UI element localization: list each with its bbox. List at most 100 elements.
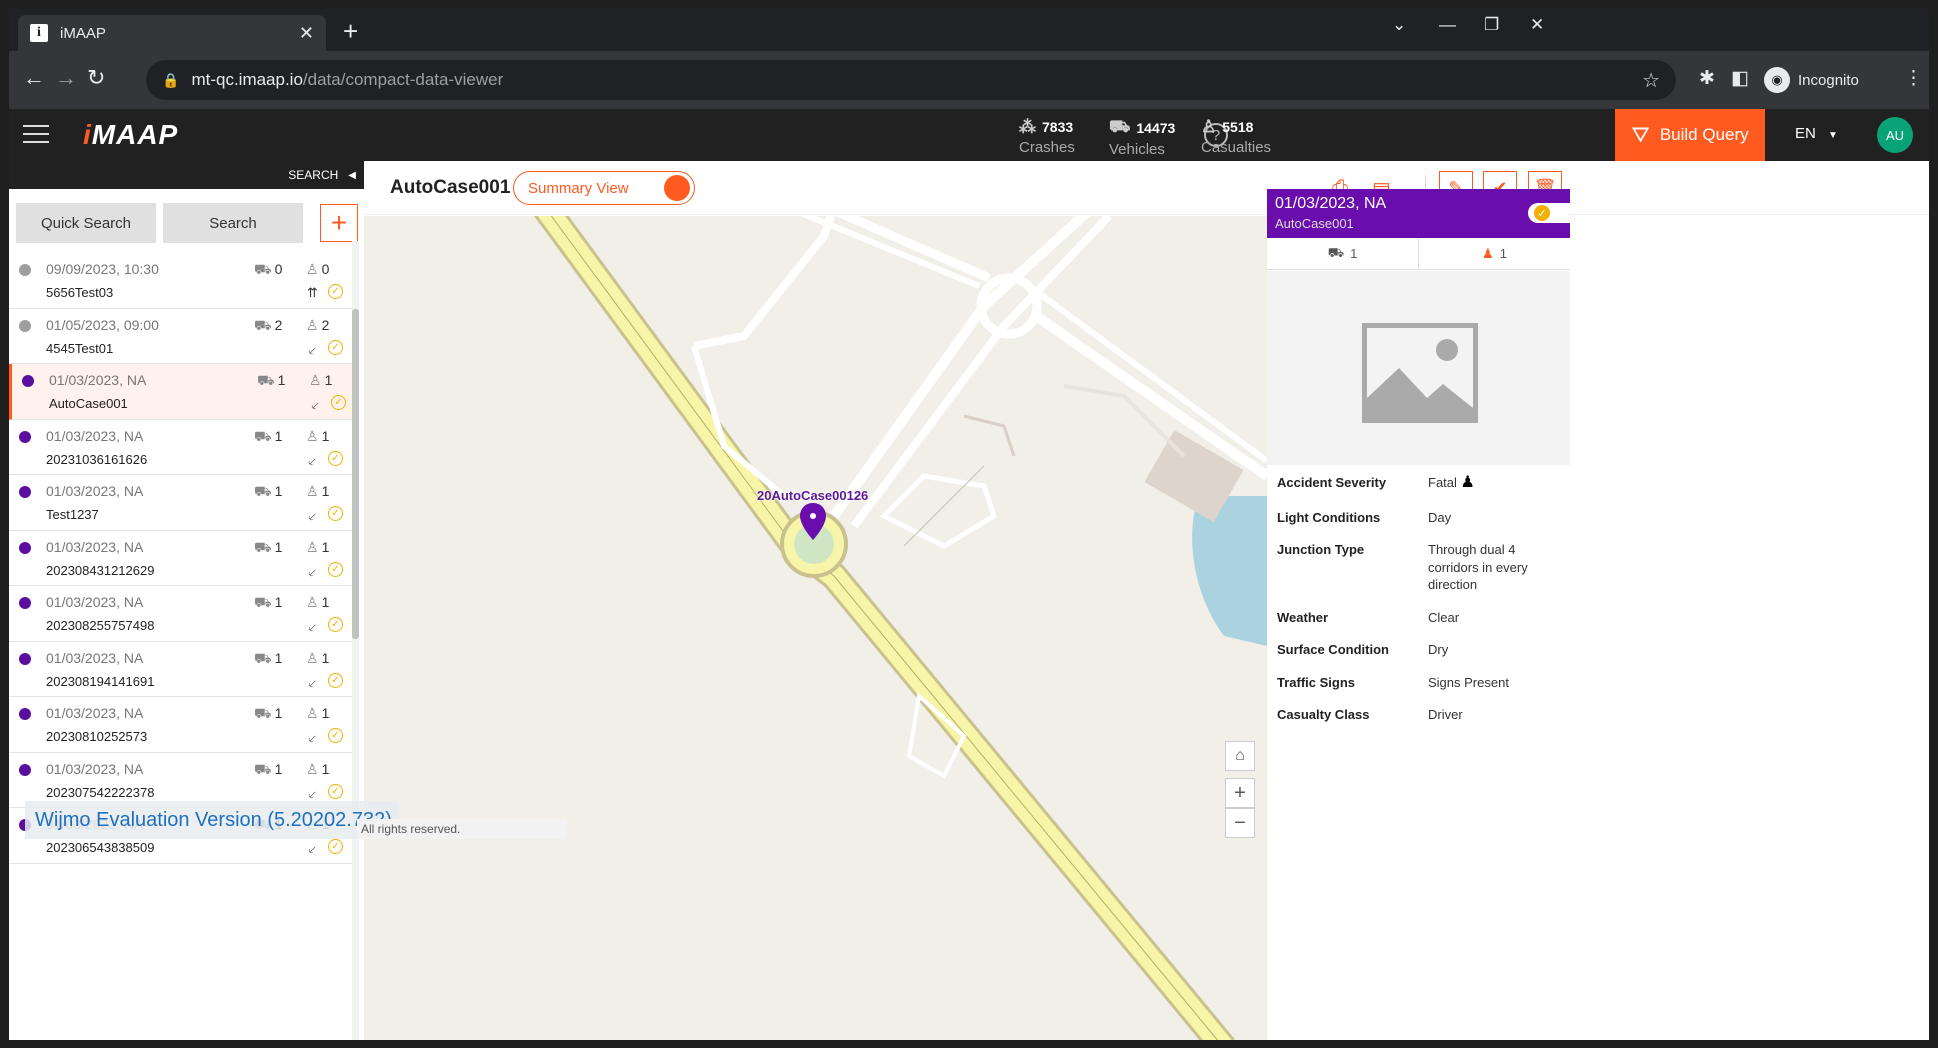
search-collapse-strip[interactable]: SEARCH ◀ [9,161,364,189]
car-icon: ⛟ [254,760,272,777]
road-user-icon: ⸔ [307,620,317,635]
detail-field-value: Clear [1428,609,1548,627]
browser-tab[interactable]: i iMAAP ✕ [18,15,326,51]
case-list-item[interactable]: 01/03/2023, NA 202308255757498 ⛟ 1 ♙ 1 ⸔ ✓ [9,586,352,642]
search-button[interactable]: Search [163,203,303,243]
case-name: 4545Test01 [46,340,114,356]
case-list-item[interactable]: 01/03/2023, NA Test1237 ⛟ 1 ♙ 1 ⸔ ✓ [9,475,352,531]
image-placeholder-icon [1362,323,1478,423]
case-list: 09/09/2023, 10:30 5656Test03 ⛟ 0 ♙ 0 ⇈ ✓ 01/05/2… [9,253,352,1048]
url-host: mt-qc.imaap.io [191,70,303,89]
person-icon: ♙ [306,316,319,333]
tab-vehicles[interactable]: ⛟ 1 [1267,238,1418,269]
detail-field-value: Day [1428,509,1548,527]
detail-case-ref: AutoCase001 [1275,216,1354,231]
quick-search-button[interactable]: Quick Search [16,203,156,243]
vehicles-label: Vehicles [1109,141,1165,158]
check-circle-icon: ✓ [328,672,343,688]
detail-tabs: ⛟ 1 ♟ 1 [1267,238,1570,270]
casualty-count: ♙1 [309,372,332,389]
new-tab-icon[interactable]: + [343,18,358,44]
zoom-out-button[interactable]: − [1225,808,1255,838]
restore-icon[interactable]: ❐ [1484,15,1499,35]
list-scrollbar-thumb[interactable] [352,309,359,639]
tab-casualties[interactable]: ♟ 1 [1418,238,1570,269]
case-list-item[interactable]: 01/03/2023, NA 202308194141691 ⛟ 1 ♙ 1 ⸔ ✓ [9,642,352,697]
side-panel-icon[interactable]: ◧ [1731,67,1749,90]
map-pin-icon[interactable] [798,502,828,542]
check-circle-icon: ✓ [328,617,343,632]
casualty-count-value: 1 [321,483,330,499]
detail-field-row: Accident Severity Fatal ♟ [1277,474,1567,492]
rights-footer: All rights reserved. [357,819,567,839]
car-icon: ⛟ [257,372,275,388]
crashes-count: 7833 [1042,119,1074,135]
summary-view-toggle[interactable]: Summary View [513,171,695,205]
detail-field-value-text: Dry [1428,642,1449,657]
vehicle-count-value: 1 [274,483,283,499]
build-query-button[interactable]: ⛛ Build Query [1615,109,1765,161]
case-list-item[interactable]: 09/09/2023, 10:30 5656Test03 ⛟ 0 ♙ 0 ⇈ ✓ [9,253,352,309]
tab-search-chevron-icon[interactable]: ⌄ [1392,15,1406,35]
road-user-icon: ⸔ [310,398,320,413]
tab-casualties-count: 1 [1499,246,1507,261]
vehicle-count: ⛟ 2 [254,317,282,336]
car-icon: ⛟ [254,594,272,610]
check-circle-icon: ✓ [328,839,343,854]
case-list-item[interactable]: 01/03/2023, NA AutoCase001 ⛟ 1 ♙ 1 ⸔ ✓ [9,364,352,420]
casualty-count: ♙ 2 [306,317,329,334]
road-user-icon: ⸔ [307,675,317,691]
url-bar[interactable]: 🔒 mt-qc.imaap.io /data/compact-data-view… [146,60,1676,100]
map-roads [364,216,1267,1048]
collapse-left-icon: ◀ [348,169,356,181]
case-list-item[interactable]: 01/05/2023, 09:00 4545Test01 ⛟ 2 ♙ 2 ⸔ ✓ [9,309,352,364]
detail-field-value-text: Clear [1428,609,1460,625]
minimize-icon[interactable]: — [1439,15,1456,35]
casualty-count: ♙1 [306,594,329,611]
case-detail-panel: 01/03/2023, NA AutoCase001 ✓ ⛟ 1 ♟ 1 Accid… [1267,189,1570,1048]
language-selector[interactable]: EN ▼ [1795,125,1838,142]
summary-view-label: Summary View [528,179,629,197]
case-list-item[interactable]: 01/03/2023, NA 20230810252573 ⛟ 1 ♙ 1 ⸔ ✓ [9,697,352,753]
add-case-button[interactable]: + [320,204,358,242]
vehicle-count-value: 1 [277,372,286,388]
case-name: Test1237 [46,507,99,522]
detail-field-row: Traffic Signs Signs Present [1277,674,1567,692]
map-view[interactable]: 20AutoCase00126 ⌂ + − [364,216,1267,1048]
map-home-button[interactable]: ⌂ [1225,741,1255,771]
detail-field-value-text: Day [1428,509,1452,525]
status-dot [19,708,31,720]
forward-arrow-icon[interactable]: → [55,65,77,91]
vehicle-count-value: 0 [274,261,283,277]
case-name: 202307542222378 [46,784,155,800]
back-arrow-icon[interactable]: ← [23,65,45,91]
user-avatar[interactable]: AU [1877,117,1913,153]
case-list-item[interactable]: 01/03/2023, NA 20231036161626 ⛟ 1 ♙ 1 ⸔ ✓ [9,420,352,475]
search-strip-label: SEARCH [288,168,339,182]
bookmark-star-icon[interactable]: ☆ [1642,68,1660,93]
case-list-item[interactable]: 01/03/2023, NA 202308431212629 ⛟ 1 ♙ 1 ⸔ ✓ [9,531,352,586]
browser-menu-icon[interactable]: ⋮ [1904,67,1923,90]
casualty-count: ♙1 [306,539,329,556]
hamburger-menu-icon[interactable] [23,125,49,149]
incognito-profile[interactable]: ◉ Incognito [1764,62,1859,98]
detail-field-value: Fatal ♟ [1428,474,1548,492]
status-dot [19,597,31,609]
person-icon: ♙ [306,760,319,777]
window-close-icon[interactable]: ✕ [1530,15,1544,35]
casualty-count-value: 1 [324,372,333,388]
extensions-puzzle-icon[interactable]: ✱ [1699,67,1715,90]
crashes-stat: ⁂ 7833 Crashes [1019,117,1075,156]
vehicle-count: ⛟1 [254,650,282,669]
zoom-in-button[interactable]: + [1225,778,1255,808]
case-list-item[interactable]: 01/03/2023, NA 202307542222378 ⛟ 1 ♙ 1 ⸔ ✓ [9,753,352,808]
close-tab-icon[interactable]: ✕ [299,23,314,44]
case-view-header: AutoCase001 Summary View ⎙ ▤ ✎ ✔ 🗑 [364,161,1929,215]
status-dot [19,264,31,276]
car-icon: ⛟ [254,483,272,499]
reload-icon[interactable]: ↻ [87,65,105,91]
detail-field-value-text: Signs Present [1428,674,1509,690]
case-name: 202308255757498 [46,618,155,633]
app-header: iMAAP ? ⁂ 7833 Crashes ⛟ 14473 Vehicles ♙ 5… [9,109,1929,161]
case-name: 202308431212629 [46,562,155,578]
